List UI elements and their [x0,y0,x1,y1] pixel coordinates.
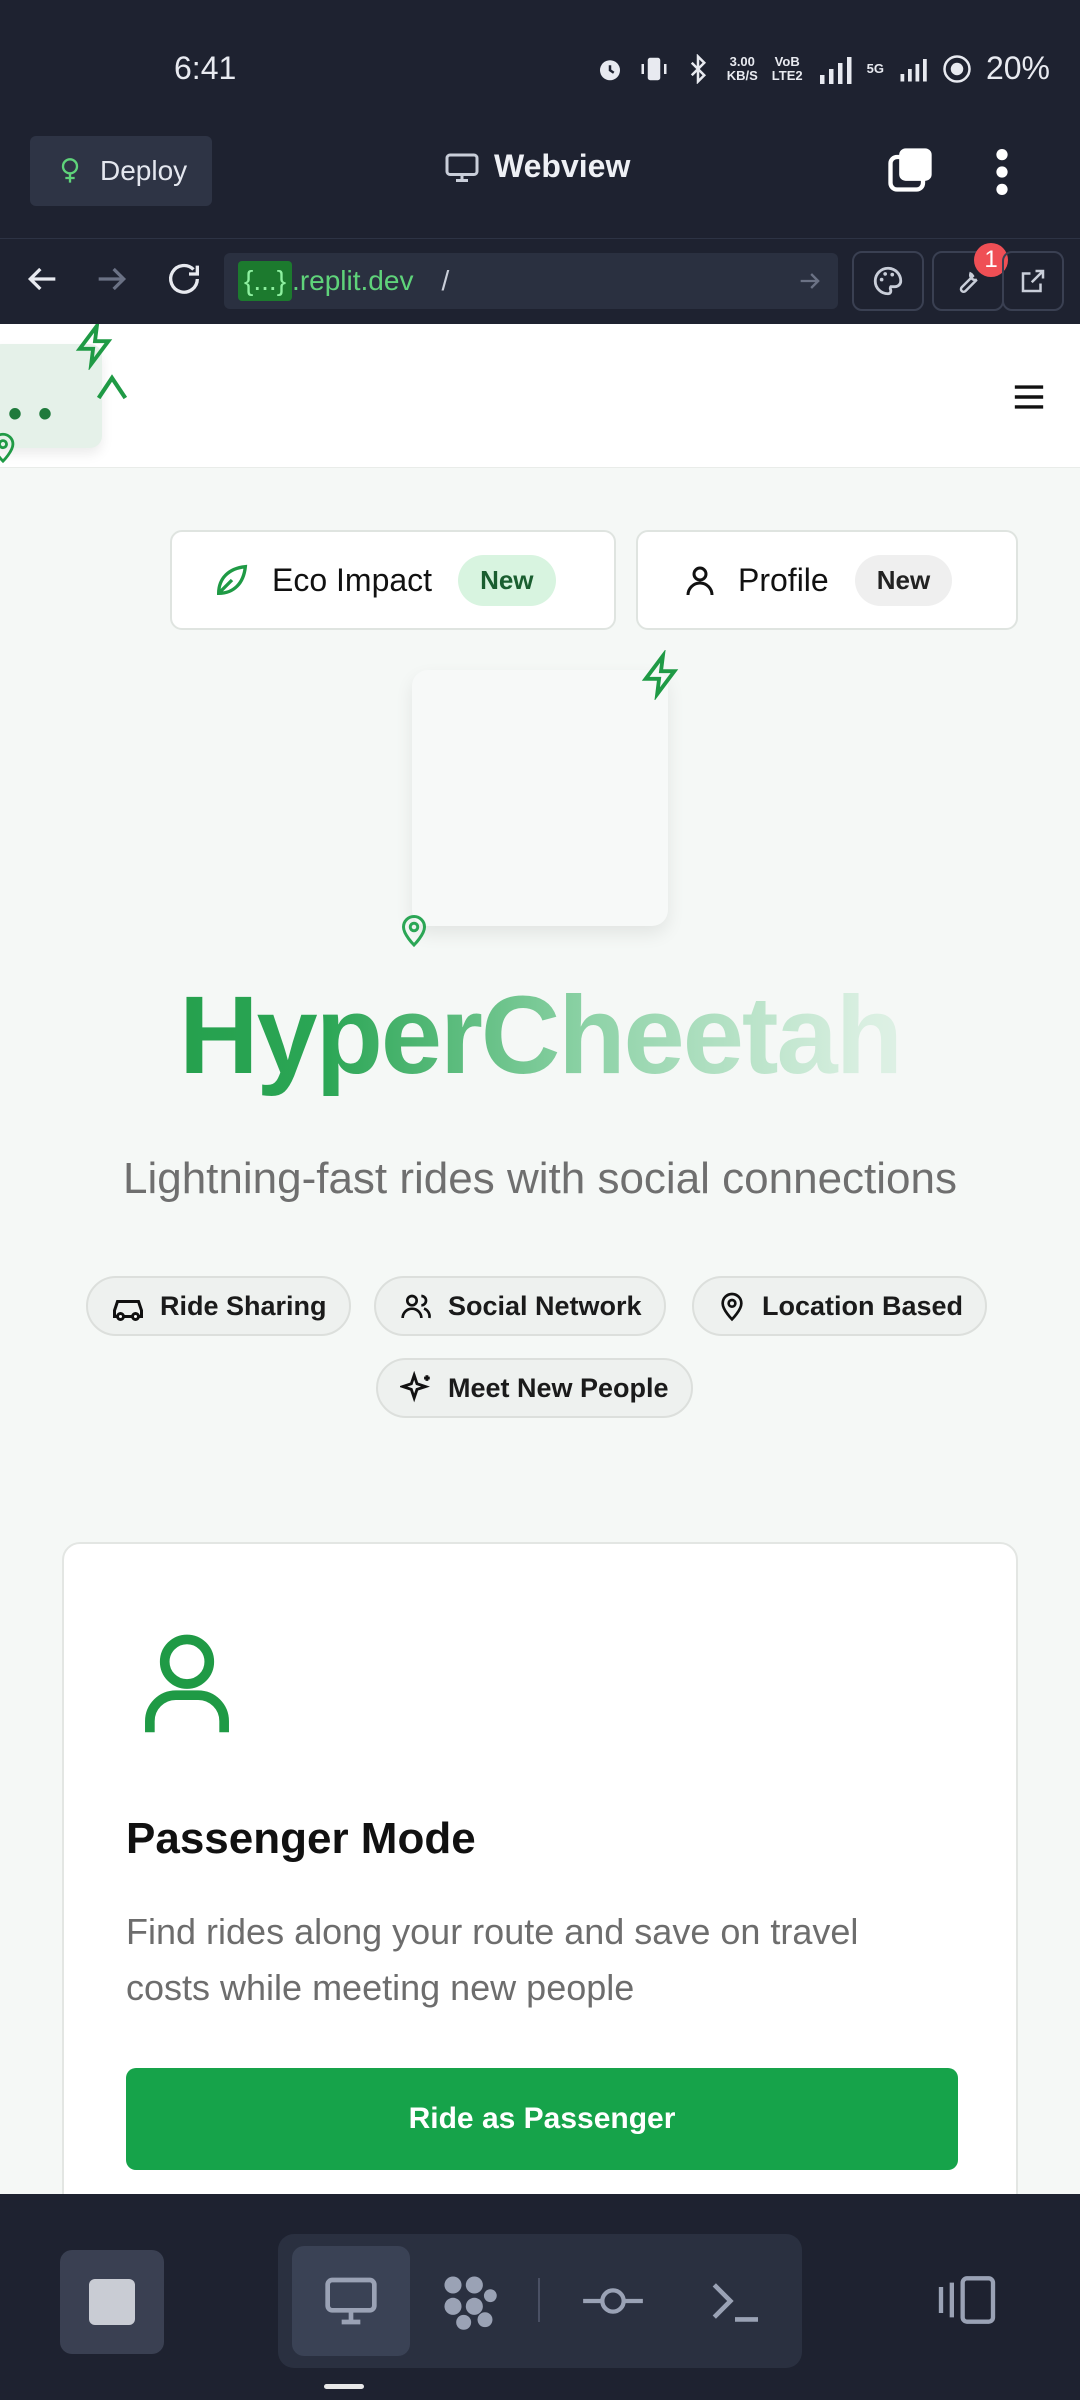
terminal-icon [712,2283,758,2322]
map-pin-small-icon [0,432,15,464]
tag-label: Meet New People [448,1372,669,1403]
eco-impact-button[interactable]: Eco Impact New [170,530,616,630]
user-icon [686,566,714,596]
more-menu-icon[interactable] [990,146,1014,198]
tag-meet-new-people: Meet New People [376,1358,693,1418]
deploy-button[interactable]: Deploy [30,136,212,206]
site-header: •• [0,324,1080,468]
signal-icon [819,56,852,84]
tag-ride-sharing: Ride Sharing [86,1276,351,1336]
bottom-tab-group [278,2234,802,2368]
profile-new-badge: New [854,554,953,606]
stop-icon [89,2279,135,2325]
profile-button[interactable]: Profile New [636,530,1018,630]
stop-button[interactable] [60,2250,164,2354]
palette-button[interactable] [852,251,924,311]
vibrate-icon [641,57,667,80]
bluetooth-icon [690,53,706,84]
tag-label: Location Based [762,1290,964,1321]
layout-toggle-icon[interactable] [936,2274,998,2326]
status-time: 6:41 [174,50,237,86]
signal-5g-icon [900,58,927,81]
fiveg-indicator: 5G [866,60,884,76]
passenger-user-icon [145,1634,229,1733]
users-icon [401,1294,431,1319]
alarm-icon [599,59,620,80]
passenger-mode-card: Passenger Mode Find rides along your rou… [62,1542,1018,2194]
devtools-button[interactable]: 1 [932,243,1008,311]
url-bar: {...} .replit.dev / 1 [0,238,1080,324]
external-link-icon [1021,269,1045,293]
url-host: .replit.dev [292,265,414,296]
eco-impact-label: Eco Impact [272,561,433,598]
git-commit-icon [583,2288,643,2314]
monitor-icon [445,153,479,182]
hero-subtitle: Lightning-fast rides with social connect… [122,1154,957,1203]
home-indicator [324,2384,364,2389]
tab-shell[interactable] [676,2246,794,2356]
tab-divider [538,2278,540,2322]
go-arrow-icon[interactable] [796,267,824,295]
eco-impact-new-badge: New [458,554,556,606]
tag-label: Ride Sharing [160,1290,327,1321]
map-pin-icon [721,1292,743,1322]
back-arrow-icon[interactable] [22,259,62,299]
profile-label: Profile [738,561,829,598]
hero-title: HyperCheetah [0,972,1080,1099]
deploy-icon [61,158,79,183]
packages-icon [444,2276,497,2330]
tag-label: Social Network [448,1290,642,1321]
ride-as-passenger-button[interactable]: Ride as Passenger [126,2068,958,2170]
hamburger-menu-icon[interactable] [1012,380,1046,414]
url-input[interactable]: {...} .replit.dev / [224,253,838,309]
status-icons: 3.00 KB/S VoB LTE2 5G 20% [595,50,1050,87]
net-speed: 3.00 KB/S [726,53,758,83]
palette-icon [873,266,903,296]
map-pin-accent-icon [401,915,427,948]
lightning-icon [75,324,113,370]
mode-card-description: Find rides along your route and save on … [126,1911,859,2008]
forward-arrow-icon[interactable] [92,259,132,299]
url-path: / [441,265,450,296]
battery-saver-icon [943,54,971,83]
replit-topbar: Deploy Webview [0,130,1080,238]
tag-social-network: Social Network [374,1276,666,1336]
webview-title-label: Webview [494,148,631,184]
tag-location-based: Location Based [692,1276,988,1336]
lightning-accent-icon [641,650,679,700]
sparkles-icon [400,1371,430,1403]
tab-packages[interactable] [410,2246,528,2356]
tabs-icon[interactable] [884,144,936,196]
webview-content: •• Eco Impact New Profile New HyperCheet… [0,324,1080,2194]
hero-logo-card [412,670,668,926]
chevron-up-icon [96,374,128,400]
volte-indicator: VoB LTE2 [771,53,803,83]
deploy-label: Deploy [100,155,188,186]
tab-webview[interactable] [292,2246,410,2356]
battery-level: 20% [985,50,1050,86]
replit-bottom-bar [0,2194,1080,2400]
reload-icon[interactable] [164,259,204,299]
webview-tab-title[interactable]: Webview [444,148,630,185]
status-bar: 6:41 3.00 KB/S VoB LTE2 5G 20% [0,0,1080,130]
tab-git[interactable] [554,2246,672,2356]
car-icon [113,1300,143,1321]
url-brace: {...} [238,261,293,301]
mode-card-title: Passenger Mode [126,1814,476,1863]
monitor-icon [325,2277,377,2325]
leaf-icon [216,564,248,596]
open-external-button[interactable] [1002,251,1064,311]
